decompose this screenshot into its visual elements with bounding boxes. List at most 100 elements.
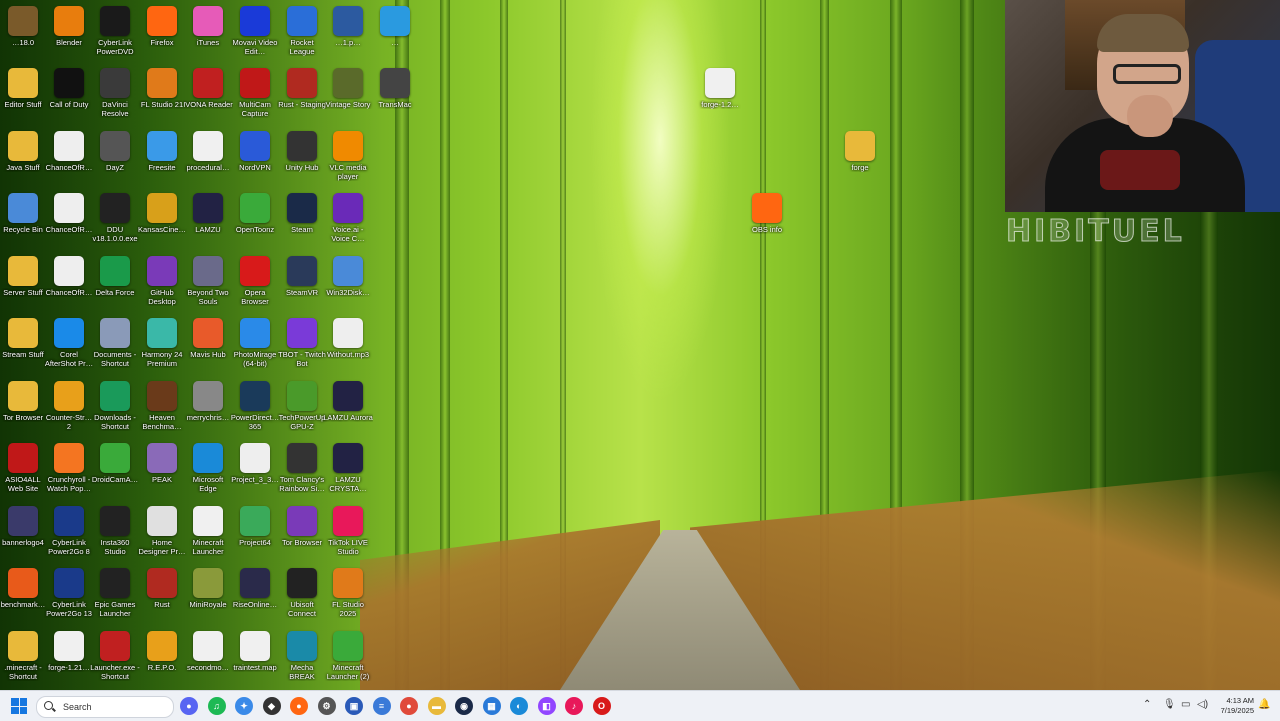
desktop-icon[interactable]: forge-1.2… [697, 68, 743, 130]
desktop-icon[interactable]: forge-1.21… [46, 631, 92, 693]
desktop-icon[interactable]: IVONA Reader [183, 68, 233, 130]
desktop-icon[interactable]: …18.0 [0, 6, 46, 68]
tiktok-icon[interactable]: ♪ [565, 697, 583, 715]
desktop-icon[interactable]: CyberLink Power2Go 13 [46, 568, 92, 630]
desktop-icon[interactable]: LAMZU [185, 193, 231, 255]
desktop-icon[interactable]: NordVPN [232, 131, 278, 193]
desktop-icon[interactable]: Heaven Benchma… [139, 381, 185, 443]
desktop-icon[interactable]: TechPowerUp GPU-Z [279, 381, 325, 443]
desktop-icon[interactable]: Minecraft Launcher [185, 506, 231, 568]
desktop-icon[interactable]: Rocket League [279, 6, 325, 68]
desktop-icon[interactable]: Counter-Str… 2 [46, 381, 92, 443]
desktop-icon[interactable]: Opera Browser [232, 256, 278, 318]
network-icon[interactable]: ▭ [1181, 699, 1190, 710]
taskbar-search[interactable]: Search [36, 696, 174, 718]
discord-icon[interactable]: ● [180, 697, 198, 715]
desktop-icon[interactable]: DaVinci Resolve [92, 68, 138, 130]
steam-icon[interactable]: ◉ [455, 697, 473, 715]
desktop-icon[interactable]: merrychris… [185, 381, 231, 443]
desktop-icon[interactable]: Blender [46, 6, 92, 68]
desktop-icon[interactable]: Freesite [139, 131, 185, 193]
desktop-icon[interactable]: Call of Duty [46, 68, 92, 130]
desktop-icon[interactable]: Insta360 Studio [92, 506, 138, 568]
desktop-icon[interactable]: Epic Games Launcher [92, 568, 138, 630]
file-explorer-icon[interactable]: ▬ [427, 697, 446, 715]
desktop-icon[interactable]: Launcher.exe - Shortcut [90, 631, 140, 693]
desktop-icon[interactable]: KansasCine… [138, 193, 186, 255]
chrome-icon[interactable]: ● [400, 697, 418, 715]
desktop-icon[interactable]: … [372, 6, 418, 68]
desktop-icon[interactable]: RiseOnline… [232, 568, 278, 630]
desktop-icon[interactable]: Without.mp3 [325, 318, 371, 380]
desktop-icon[interactable]: Beyond Two Souls [185, 256, 231, 318]
desktop-icon[interactable]: MultiCam Capture [232, 68, 278, 130]
desktop-icon[interactable]: MiniRoyale [185, 568, 231, 630]
desktop-icon[interactable]: Steam [279, 193, 325, 255]
desktop-icon[interactable]: CyberLink PowerDVD [92, 6, 138, 68]
notification-bell-icon[interactable]: 🔔 [1258, 699, 1270, 710]
desktop-icon[interactable]: Minecraft Launcher (2) [325, 631, 371, 693]
desktop-icon[interactable]: Home Designer Pr… [138, 506, 186, 568]
desktop-icon[interactable]: TikTok LIVE Studio [325, 506, 371, 568]
desktop-icon[interactable]: TransMac [372, 68, 418, 130]
desktop-icon[interactable]: bannerlogo4 [0, 506, 46, 568]
desktop-icon[interactable]: iTunes [185, 6, 231, 68]
store-icon[interactable]: ▣ [345, 697, 363, 715]
desktop-icon[interactable]: PhotoMirage (64-bit) [232, 318, 278, 380]
desktop-icon[interactable]: OpenToonz [232, 193, 278, 255]
desktop-icon[interactable]: Tom Clancy's Rainbow Si… [279, 443, 325, 505]
desktop-icon[interactable]: forge [837, 131, 883, 193]
desktop-icon[interactable]: Mecha BREAK [279, 631, 325, 693]
desktop-icon[interactable]: secondmo… [185, 631, 231, 693]
desktop-icon[interactable]: .minecraft - Shortcut [0, 631, 46, 693]
desktop-icon[interactable]: Mavis Hub [185, 318, 231, 380]
desktop-icon[interactable]: Editor Stuff [0, 68, 46, 130]
desktop-icon[interactable]: FL Studio 2025 [325, 568, 371, 630]
twitch-icon[interactable]: ◧ [537, 697, 556, 715]
desktop-icon[interactable]: OBS info [744, 193, 790, 255]
desktop-icon[interactable]: LAMZU CRYSTA… [325, 443, 371, 505]
desktop-icon[interactable]: R.E.P.O. [139, 631, 185, 693]
desktop-icon[interactable]: Rust - Staging [278, 68, 326, 130]
desktop-icon[interactable]: Documents - Shortcut [92, 318, 138, 380]
desktop-icon[interactable]: PowerDirect… 365 [231, 381, 279, 443]
desktop-icon[interactable]: TBOT - Twitch Bot [278, 318, 326, 380]
desktop-icon[interactable]: CyberLink Power2Go 8 [46, 506, 92, 568]
desktop-icon[interactable]: Firefox [139, 6, 185, 68]
desktop-icon[interactable]: …1.p… [325, 6, 371, 68]
desktop-icon[interactable]: Ubisoft Connect [279, 568, 325, 630]
desktop-icon[interactable]: VLC media player [325, 131, 371, 193]
desktop-icon[interactable]: Stream Stuff [0, 318, 46, 380]
desktop-icon[interactable]: Project_3_3… [231, 443, 279, 505]
desktop-icon[interactable]: Recycle Bin [0, 193, 46, 255]
desktop-icon[interactable]: Voice.ai - Voice C… [325, 193, 371, 255]
desktop-icon[interactable]: Tor Browser [279, 506, 325, 568]
desktop-icon[interactable]: Rust [139, 568, 185, 630]
start-button[interactable] [11, 698, 27, 714]
desktop-icon[interactable]: Tor Browser [0, 381, 46, 443]
desktop-icon[interactable]: Harmony 24 Premium [139, 318, 185, 380]
desktop-icon[interactable]: ChanceOfR… [46, 131, 92, 193]
settings-icon[interactable]: ⚙ [317, 697, 336, 715]
desktop-icon[interactable]: ChanceOfR… [46, 256, 92, 318]
copilot-icon[interactable]: ✦ [235, 697, 253, 715]
opera-icon[interactable]: O [592, 697, 611, 715]
firefox-icon[interactable]: ● [290, 697, 308, 715]
chevron-up-icon[interactable]: ⌃ [1143, 699, 1151, 710]
volume-icon[interactable]: ◁) [1197, 699, 1208, 710]
desktop-icon[interactable]: procedural… [185, 131, 231, 193]
desktop-icon[interactable]: Delta Force [92, 256, 138, 318]
desktop-icon[interactable]: LAMZU Aurora [323, 381, 373, 443]
unity-icon[interactable]: ◆ [262, 697, 281, 715]
app-icon[interactable]: ▦ [482, 697, 501, 715]
edge-icon[interactable]: ◐ [510, 697, 528, 715]
desktop-icon[interactable]: benchmark… [0, 568, 46, 630]
spotify-icon[interactable]: ♫ [207, 697, 226, 715]
desktop-icon[interactable]: Win32Disk… [325, 256, 371, 318]
desktop-icon[interactable]: PEAK [139, 443, 185, 505]
desktop-icon[interactable]: GitHub Desktop [139, 256, 185, 318]
desktop-icon[interactable]: Unity Hub [279, 131, 325, 193]
desktop-icon[interactable]: FL Studio 21 [139, 68, 185, 130]
desktop-icon[interactable]: Microsoft Edge [185, 443, 231, 505]
desktop-icon[interactable]: Vintage Story [325, 68, 371, 130]
